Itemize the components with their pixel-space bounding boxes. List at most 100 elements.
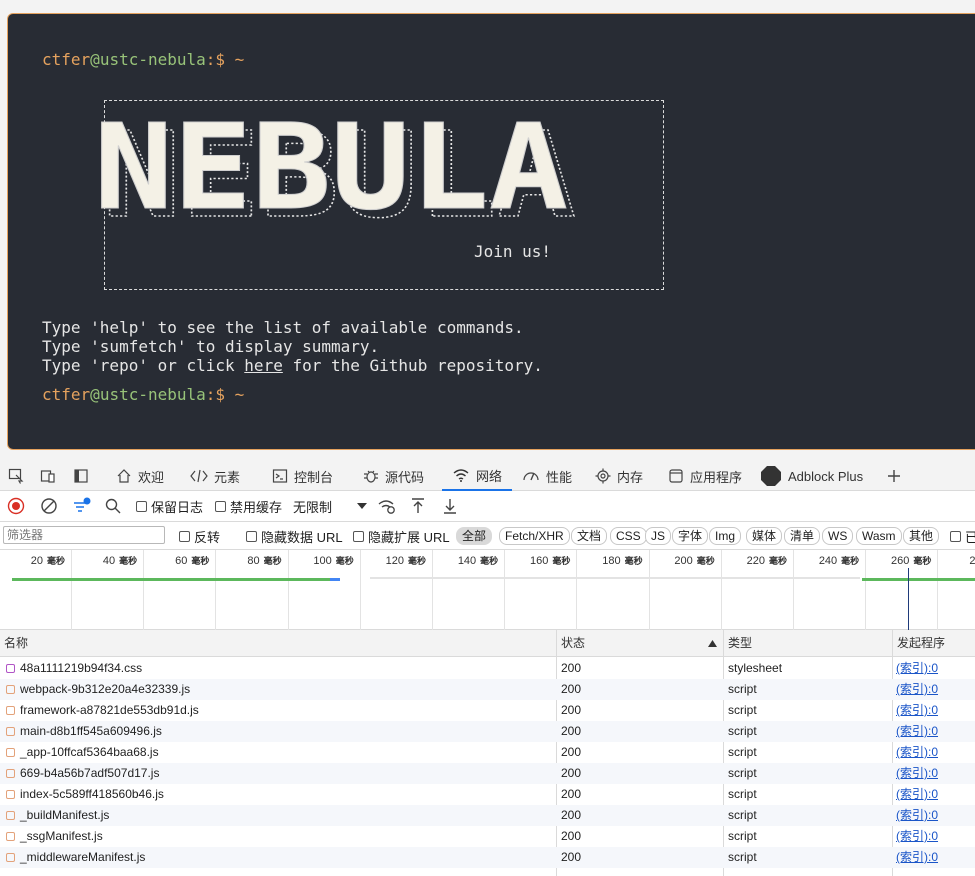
request-row[interactable]: _app-10ffcaf5364baa68.js 200 script (索引):0 <box>0 742 975 763</box>
type-filter-img[interactable]: Img <box>709 527 742 545</box>
type-filter-fetch-xhr[interactable]: Fetch/XHR <box>499 527 570 545</box>
type-filter-wasm[interactable]: Wasm <box>856 527 902 545</box>
hide-data-url-checkbox[interactable]: 隐藏数据 URL <box>246 525 343 547</box>
invert-label: 反转 <box>194 529 221 545</box>
timeline-tick: 20 毫秒 <box>0 550 72 630</box>
tab-sources[interactable]: 源代码 <box>363 461 424 491</box>
request-row[interactable]: _middlewareManifest.js 200 script (索引):0 <box>0 847 975 868</box>
request-initiator-link[interactable]: (索引):0 <box>896 784 975 805</box>
request-type: script <box>728 682 757 696</box>
dock-side-icon[interactable] <box>73 461 89 491</box>
request-initiator-link[interactable]: (索引):0 <box>896 742 975 763</box>
tick-value: 160 <box>530 555 549 567</box>
hide-ext-url-checkbox[interactable]: 隐藏扩展 URL <box>353 525 450 547</box>
request-initiator-link[interactable]: (索引):0 <box>896 826 975 847</box>
request-row[interactable]: _ssgManifest.js 200 script (索引):0 <box>0 826 975 847</box>
request-initiator-link[interactable]: (索引):0 <box>896 805 975 826</box>
filter-input[interactable] <box>3 526 165 544</box>
tab-console[interactable]: 控制台 <box>272 461 333 491</box>
type-filter-css[interactable]: CSS <box>610 527 647 545</box>
script-file-icon <box>6 748 15 757</box>
console-icon <box>272 469 288 483</box>
request-initiator-link[interactable]: (索引):0 <box>896 700 975 721</box>
tab-application[interactable]: 应用程序 <box>668 461 742 491</box>
throttle-select[interactable]: 无限制 <box>293 495 368 517</box>
tick-unit: 毫秒 <box>46 556 65 566</box>
record-icon[interactable] <box>7 495 25 517</box>
device-toggle-icon[interactable] <box>40 461 56 491</box>
type-filter-manifest[interactable]: 清单 <box>784 527 821 545</box>
terminal-frame[interactable]: ctfer@ustc-nebula:$ ~ NEBULA NEBULA Join… <box>7 13 975 450</box>
request-row[interactable]: 48a1111219b94f34.css 200 stylesheet (索引):0 <box>0 658 975 679</box>
tab-performance[interactable]: 性能 <box>522 461 572 491</box>
chevron-down-icon <box>357 503 368 509</box>
request-type: script <box>728 724 757 738</box>
tab-memory[interactable]: 内存 <box>595 461 643 491</box>
request-initiator-link[interactable]: (索引):0 <box>896 847 975 868</box>
request-row[interactable]: webpack-9b312e20a4e32339.js 200 script (索引)… <box>0 679 975 700</box>
request-initiator-link[interactable]: (索引):0 <box>896 721 975 742</box>
preserve-log-checkbox[interactable]: 保留日志 <box>136 495 203 517</box>
request-row[interactable]: index-5c589ff418560b46.js 200 script (索引):0 <box>0 784 975 805</box>
column-header-initiator[interactable]: 发起程序 <box>893 630 975 657</box>
timeline-tick: 28毫秒 <box>939 550 975 630</box>
column-header-type[interactable]: 类型 <box>724 630 892 657</box>
type-filter-media[interactable]: 媒体 <box>746 527 783 545</box>
timeline-bar-green <box>12 578 330 581</box>
request-type: script <box>728 703 757 717</box>
request-status: 200 <box>561 682 582 696</box>
clear-icon[interactable] <box>40 495 58 517</box>
tick-unit: 毫秒 <box>768 556 787 566</box>
prompt-user: ctfer <box>42 50 91 69</box>
bug-icon <box>364 470 378 483</box>
tab-label: 内存 <box>617 469 644 485</box>
tab-adblock[interactable]: Adblock Plus <box>760 461 863 491</box>
filter-toggle-icon[interactable] <box>72 495 92 517</box>
column-header-status[interactable]: 状态 <box>557 630 723 657</box>
inspect-element-icon[interactable] <box>8 461 24 491</box>
request-type: stylesheet <box>728 661 783 675</box>
type-filter-font[interactable]: 字体 <box>672 527 709 545</box>
network-timeline-overview[interactable]: 20 毫秒 40 毫秒 60 毫秒 80 毫秒 100 毫秒 120 毫秒 140 毫秒 160 毫秒 180 毫… <box>0 550 975 630</box>
type-filter-js[interactable]: JS <box>645 527 672 545</box>
search-icon[interactable] <box>105 495 121 517</box>
timeline-tick: 60 毫秒 <box>144 550 217 630</box>
column-header-name[interactable]: 名称 <box>0 630 556 657</box>
blocked-requests-checkbox[interactable]: 已 <box>950 525 975 547</box>
download-har-icon[interactable] <box>442 495 458 517</box>
repo-here-link[interactable]: here <box>244 356 283 375</box>
timeline-cursor <box>908 568 909 630</box>
request-initiator-link[interactable]: (索引):0 <box>896 763 975 784</box>
checkbox-box <box>353 530 364 542</box>
request-row[interactable]: framework-a87821de553db91d.js 200 script (索… <box>0 700 975 721</box>
request-name: webpack-9b312e20a4e32339.js <box>20 682 191 696</box>
upload-har-icon[interactable] <box>410 495 426 517</box>
checkbox-box <box>136 500 147 512</box>
type-filter-ws[interactable]: WS <box>822 527 854 545</box>
type-filter-doc[interactable]: 文档 <box>571 527 608 545</box>
tick-unit: 毫秒 <box>696 556 715 566</box>
request-initiator-link[interactable]: (索引):0 <box>896 658 975 679</box>
prompt-suffix: :$ ~ <box>205 385 245 404</box>
add-tab-icon[interactable] <box>886 461 902 491</box>
prompt-at: @ <box>90 385 100 404</box>
request-row[interactable]: main-d8b1ff545a609496.js 200 script (索引):0 <box>0 721 975 742</box>
request-name: _ssgManifest.js <box>20 829 103 843</box>
request-name-cell: index-5c589ff418560b46.js <box>6 784 554 805</box>
invert-checkbox[interactable]: 反转 <box>179 525 220 547</box>
tab-welcome[interactable]: 欢迎 <box>116 461 164 491</box>
request-status: 200 <box>561 787 582 801</box>
tab-elements[interactable]: 元素 <box>190 461 240 491</box>
tab-network[interactable]: 网络 <box>442 461 513 491</box>
type-filter-other[interactable]: 其他 <box>903 527 940 545</box>
request-status: 200 <box>561 808 582 822</box>
tick-unit: 毫秒 <box>913 556 932 566</box>
network-conditions-icon[interactable] <box>377 495 397 517</box>
disable-cache-checkbox[interactable]: 禁用缓存 <box>215 495 282 517</box>
request-row[interactable]: _buildManifest.js 200 script (索引):0 <box>0 805 975 826</box>
type-filter-all[interactable]: 全部 <box>456 527 493 545</box>
request-row[interactable]: 669-b4a56b7adf507d17.js 200 script (索引):0 <box>0 763 975 784</box>
timeline-tick: 100 毫秒 <box>289 550 361 630</box>
request-initiator-link[interactable]: (索引):0 <box>896 679 975 700</box>
app-icon <box>669 469 683 483</box>
